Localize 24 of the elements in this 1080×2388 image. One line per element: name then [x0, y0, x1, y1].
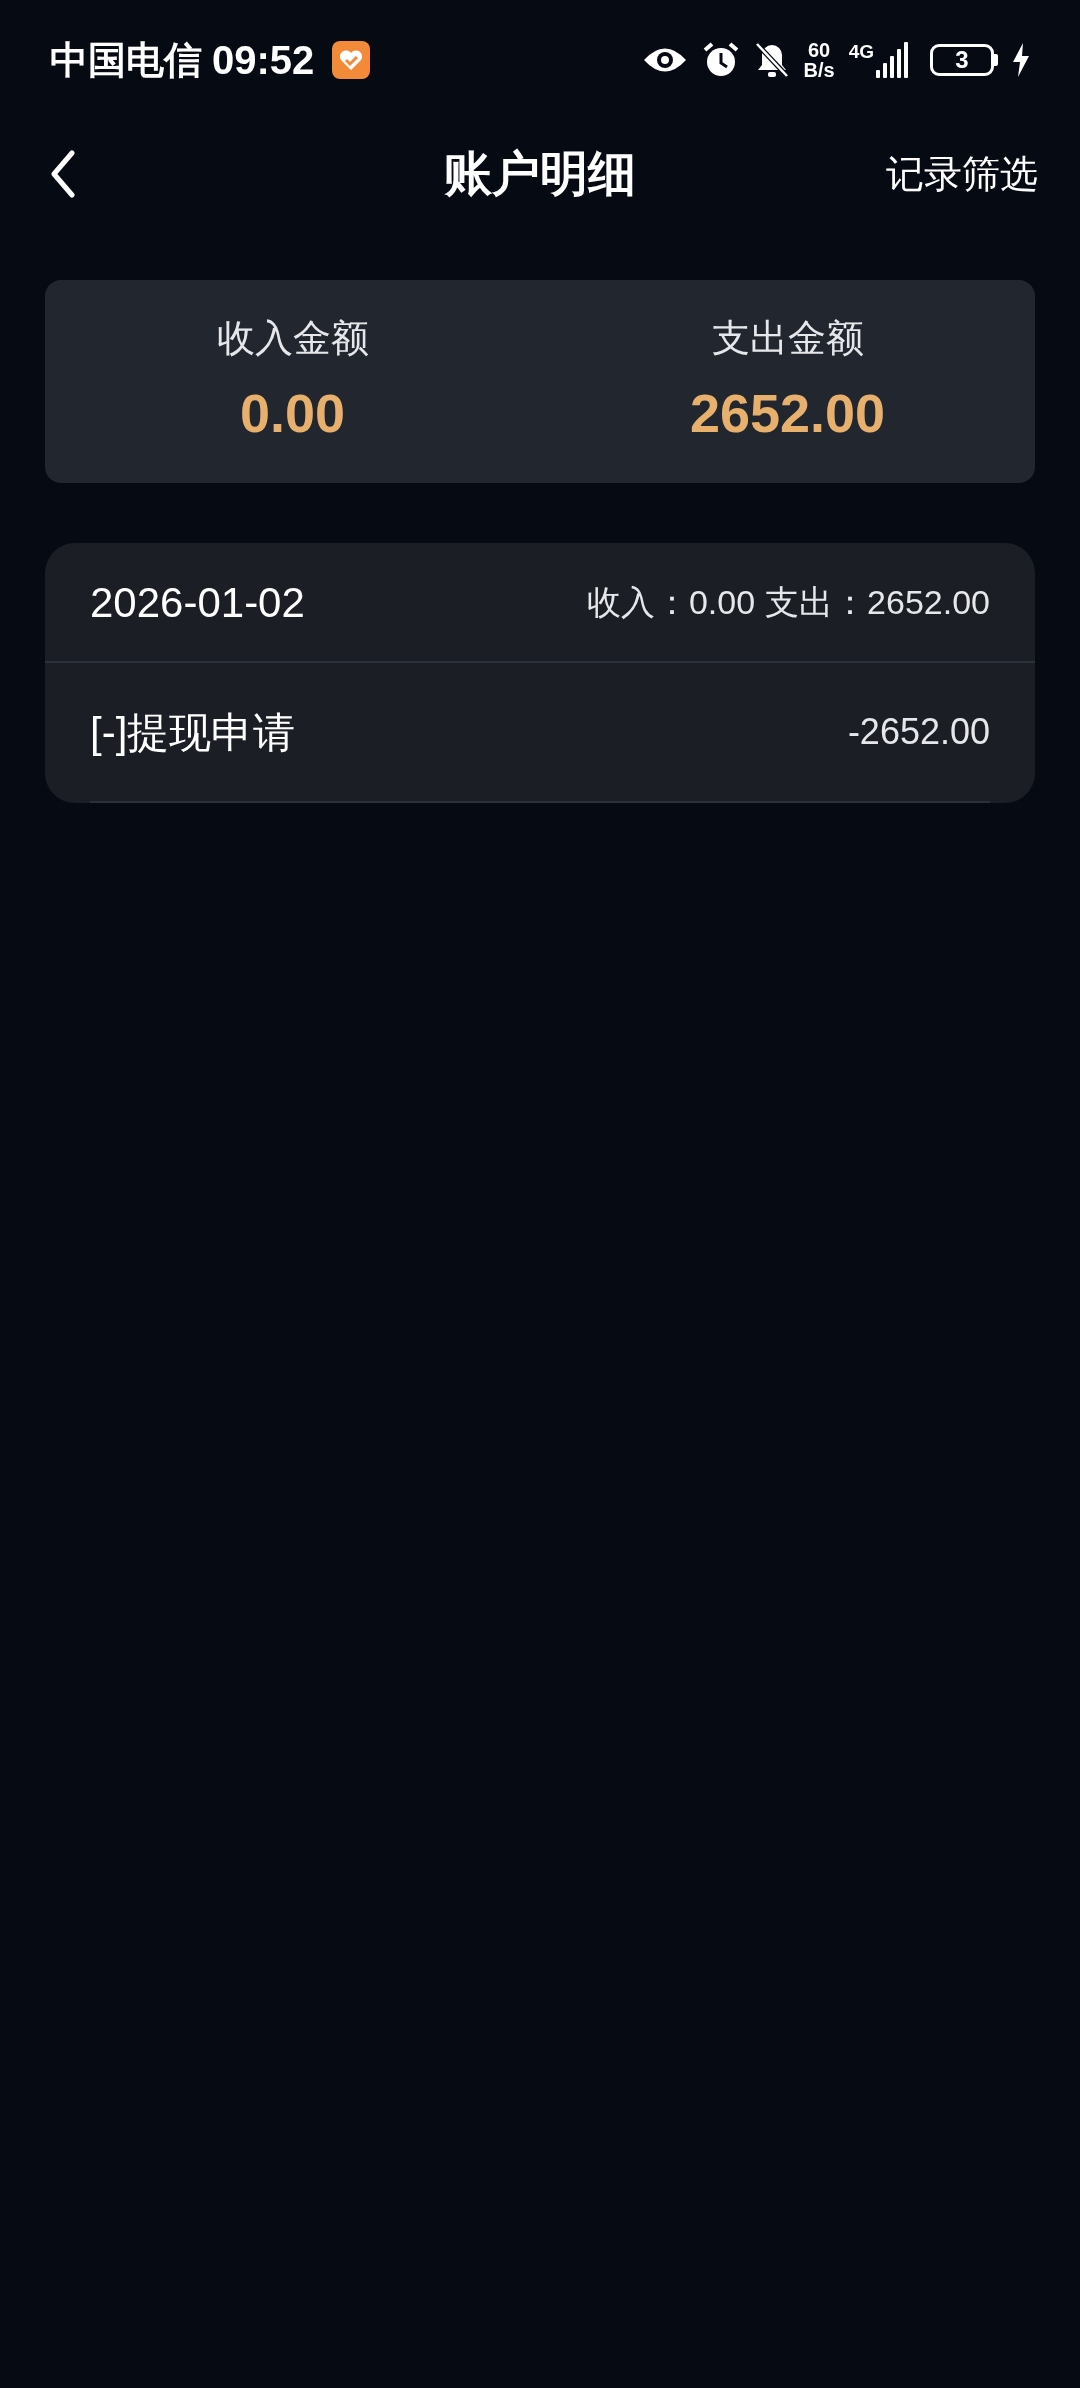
transaction-title: [-]提现申请 — [90, 707, 296, 758]
network-type: 4G — [848, 42, 874, 61]
signal-icon — [876, 42, 910, 78]
clock-time: 09:52 — [212, 37, 315, 84]
app-notification-icon — [332, 41, 371, 79]
summary-amount: 2652.00 — [689, 381, 886, 445]
carrier-name: 中国电信 — [50, 37, 202, 83]
network-speed-unit: B/s — [803, 60, 835, 80]
transaction-amount: -2652.00 — [847, 710, 990, 754]
group-date: 2026-01-02 — [90, 577, 305, 628]
transaction-row[interactable]: [-]提现申请 -2652.00 — [90, 663, 990, 803]
daily-income: 收入：0.00 — [586, 581, 756, 623]
summary-amount: 0.00 — [239, 381, 346, 445]
charging-icon — [1012, 43, 1030, 77]
battery-level: 3 — [955, 48, 969, 72]
muted-bell-icon — [753, 41, 790, 79]
page-title: 账户明细 — [444, 146, 636, 202]
alarm-clock-icon — [701, 41, 740, 79]
summary-label: 支出金额 — [711, 315, 864, 361]
filter-records-button[interactable]: 记录筛选 — [886, 145, 1038, 203]
network-speed-value: 60 — [807, 40, 831, 60]
summary-label: 收入金额 — [216, 315, 369, 361]
daily-expense: 支出：2652.00 — [765, 581, 990, 623]
back-chevron-icon — [50, 150, 76, 198]
